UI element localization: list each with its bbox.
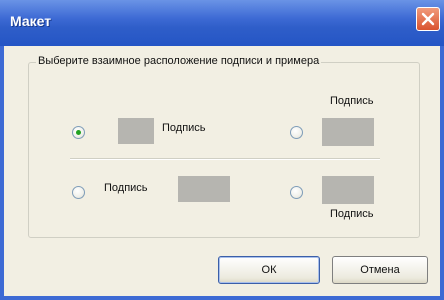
caption-label-2: Подпись <box>330 95 374 107</box>
caption-label-1: Подпись <box>162 122 206 134</box>
title-bar[interactable]: Макет <box>0 0 444 46</box>
radio-option-caption-right[interactable] <box>72 126 85 139</box>
cancel-button[interactable]: Отмена <box>332 256 428 284</box>
layout-dialog: Макет Выберите взаимное расположение под… <box>0 0 444 300</box>
close-button[interactable] <box>416 7 440 31</box>
sample-swatch-1 <box>118 118 154 144</box>
caption-label-4: Подпись <box>330 208 374 220</box>
caption-label-3: Подпись <box>104 182 148 194</box>
sample-swatch-2 <box>322 118 374 146</box>
groupbox-legend: Выберите взаимное расположение подписи и… <box>36 55 322 67</box>
radio-option-caption-left[interactable] <box>72 186 85 199</box>
radio-option-caption-below[interactable] <box>290 186 303 199</box>
sample-swatch-3 <box>178 176 230 202</box>
sample-swatch-4 <box>322 176 374 204</box>
radio-option-caption-above[interactable] <box>290 126 303 139</box>
ok-button[interactable]: ОК <box>218 256 320 284</box>
close-icon <box>421 12 435 26</box>
options-separator <box>70 158 380 160</box>
window-title: Макет <box>10 13 52 29</box>
